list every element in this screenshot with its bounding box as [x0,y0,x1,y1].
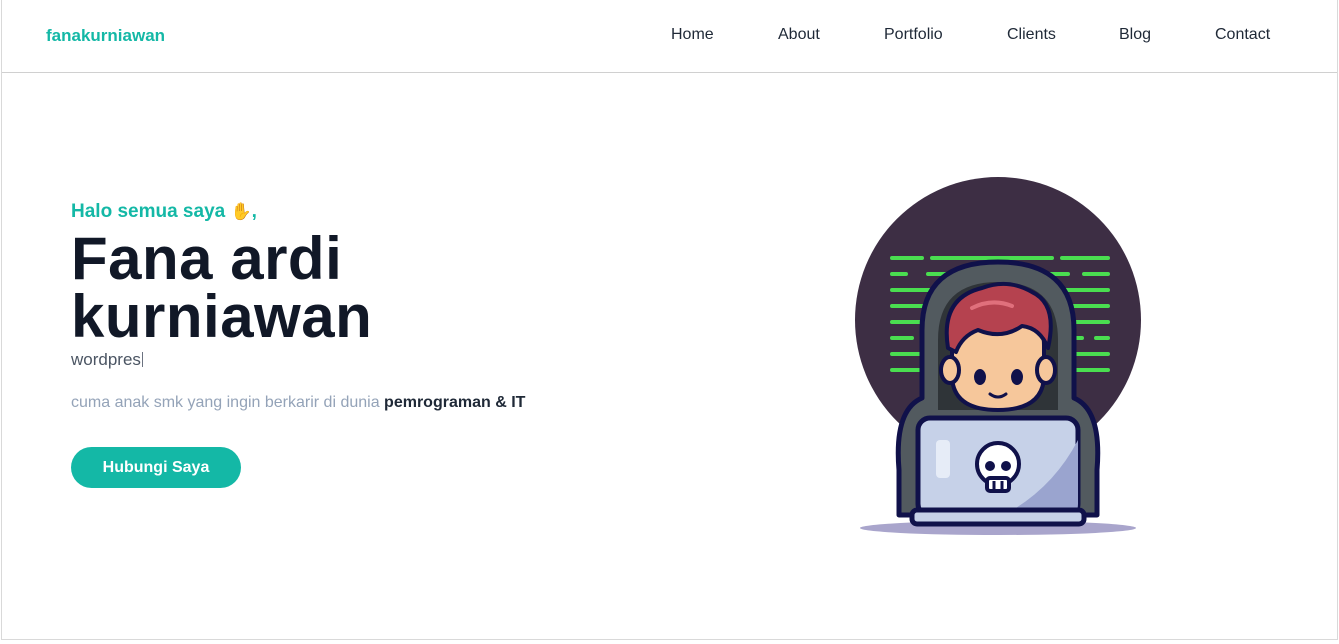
typing-cursor [141,352,143,367]
right-eye [1011,369,1023,385]
nav-links: Home About Portfolio Clients Blog Contac… [2,26,1337,46]
nav-link-home[interactable]: Home [671,26,714,44]
tagline: cuma anak smk yang ingin berkarir di dun… [71,394,671,412]
greeting-text: Halo semua saya [71,201,226,222]
left-eye [974,369,986,385]
tagline-highlight: pemrograman & IT [384,394,526,411]
greeting: Halo semua saya ✋, [71,200,671,224]
hero-intro: Halo semua saya ✋, Fana ardi kurniawan w… [71,200,671,488]
greeting-suffix: , [251,201,257,222]
typed-role-text: wordpres [71,350,141,369]
waving-hand-icon: ✋ [230,202,252,222]
hacker-with-laptop-illustration [852,170,1152,550]
nav-link-clients[interactable]: Clients [1007,26,1056,44]
typed-role: wordpres [71,349,671,371]
hero-name-line2: kurniawan [71,283,373,350]
navbar: fanakurniawan Home About Portfolio Clien… [2,0,1337,73]
page: fanakurniawan Home About Portfolio Clien… [1,0,1338,640]
nav-link-blog[interactable]: Blog [1119,26,1151,44]
nav-link-portfolio[interactable]: Portfolio [884,26,943,44]
illustration-svg [855,177,1141,535]
nav-link-about[interactable]: About [778,26,820,44]
hero-name-line1: Fana ardi [71,225,343,292]
nav-link-contact[interactable]: Contact [1215,26,1270,44]
contact-me-button[interactable]: Hubungi Saya [71,447,241,488]
laptop-base [909,507,1087,527]
hero-name: Fana ardi kurniawan [71,229,671,347]
tagline-text: cuma anak smk yang ingin berkarir di dun… [71,394,385,411]
